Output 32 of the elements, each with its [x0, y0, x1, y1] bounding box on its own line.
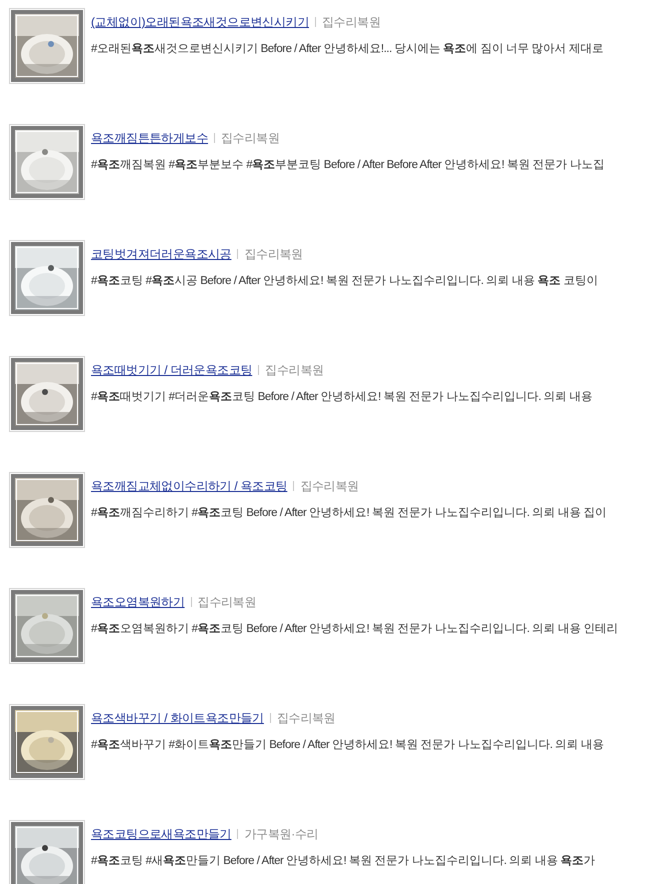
result-title-link[interactable]: 욕조오염복원하기 — [91, 594, 185, 610]
result-snippet: #욕조깨짐수리하기 #욕조코팅 Before / After 안녕하세요! 복원 전문가 나노집수리입니다. 의뢰 내용 집이 — [91, 506, 607, 521]
category-label: 집수리복원 — [276, 710, 336, 726]
result-title-link[interactable]: 욕조때벗기기 / 더러운욕조코팅 — [91, 362, 252, 378]
thumbnail-frame[interactable] — [9, 8, 85, 84]
category-label: 집수리복원 — [244, 246, 303, 262]
category-label: 집수리복원 — [265, 362, 324, 378]
result-snippet: #욕조색바꾸기 #화이트욕조만들기 Before / After 안녕하세요! 복원 전문가 나노집수리입니다. 의뢰 내용 — [91, 738, 604, 753]
thumbnail-frame[interactable] — [9, 472, 85, 548]
result-snippet: #욕조코팅 #새욕조만들기 Before / After 안녕하세요! 복원 전문가 나노집수리입니다. 의뢰 내용 욕조가 — [91, 854, 596, 869]
result-snippet: #욕조오염복원하기 #욕조코팅 Before / After 안녕하세요! 복원 전문가 나노집수리입니다. 의뢰 내용 인테리 — [91, 622, 618, 637]
category-label: 가구복원·수리 — [244, 826, 318, 842]
category-label: 집수리복원 — [300, 478, 359, 494]
thumbnail-frame[interactable] — [9, 820, 85, 884]
result-title-link[interactable]: 욕조코팅으로새욕조만들기 — [91, 826, 232, 842]
result-title-link[interactable]: (교체없이)오래된욕조새것으로변신시키기 — [91, 14, 309, 30]
thumbnail-frame[interactable] — [9, 124, 85, 200]
result-title-link[interactable]: 코팅벗겨져더러운욕조시공 — [91, 246, 232, 262]
result-title-link[interactable]: 욕조깨짐교체없이수리하기 / 욕조코팅 — [91, 478, 288, 494]
category-label: 집수리복원 — [322, 14, 381, 30]
result-snippet: #오래된욕조새것으로변신시키기 Before / After 안녕하세요!... 당시에는 욕조에 짐이 너무 많아서 제대로 — [91, 42, 604, 57]
result-title-link[interactable]: 욕조깨짐튼튼하게보수 — [91, 130, 208, 146]
thumbnail-frame[interactable] — [9, 356, 85, 432]
category-label: 집수리복원 — [221, 130, 280, 146]
result-snippet: #욕조깨짐복원 #욕조부분보수 #욕조부분코팅 Before / After Before After 안녕하세요! 복원 전문가 나노집 — [91, 158, 604, 173]
thumbnail-frame[interactable] — [9, 704, 85, 780]
thumbnail-frame[interactable] — [9, 588, 85, 664]
result-snippet: #욕조코팅 #욕조시공 Before / After 안녕하세요! 복원 전문가 나노집수리입니다. 의뢰 내용 욕조 코팅이 — [91, 274, 598, 289]
result-title-link[interactable]: 욕조색바꾸기 / 화이트욕조만들기 — [91, 710, 264, 726]
thumbnail-frame[interactable] — [9, 240, 85, 316]
result-snippet: #욕조때벗기기 #더러운욕조코팅 Before / After 안녕하세요! 복원 전문가 나노집수리입니다. 의뢰 내용 — [91, 390, 592, 405]
category-label: 집수리복원 — [198, 594, 256, 610]
